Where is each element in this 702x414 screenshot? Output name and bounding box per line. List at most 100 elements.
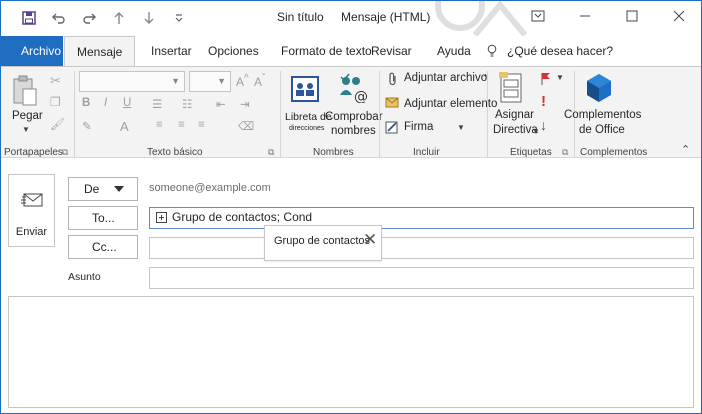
send-label: Enviar	[15, 226, 48, 238]
high-importance-icon[interactable]: !	[541, 93, 546, 110]
undo-icon[interactable]	[44, 6, 74, 30]
divider	[74, 71, 75, 157]
cut-icon[interactable]: ✂	[50, 73, 61, 89]
tell-me-input[interactable]: ¿Qué desea hacer?	[507, 36, 613, 66]
ribbon-display-icon[interactable]	[514, 0, 561, 32]
format-painter-icon[interactable]: 🖌	[50, 117, 65, 131]
expand-group-icon[interactable]	[156, 212, 167, 223]
decrease-indent-icon[interactable]: ⇤	[216, 97, 226, 111]
shrink-font-icon[interactable]: Aˇ	[254, 73, 265, 89]
send-icon	[21, 193, 43, 207]
align-left-icon[interactable]: ≡	[156, 119, 163, 131]
paste-label: Pegar	[12, 110, 43, 122]
attach-file-button[interactable]: Adjuntar archivo	[404, 72, 487, 84]
document-title: Sin título	[277, 10, 324, 24]
dialog-launcher-icon[interactable]: ⧉	[562, 147, 568, 158]
divider	[280, 71, 281, 157]
assign-policy-label[interactable]: Asignar	[495, 109, 534, 121]
document-subtitle: Mensaje (HTML)	[341, 10, 431, 24]
from-label: De	[84, 182, 100, 196]
to-label: To...	[92, 211, 115, 225]
address-book-icon[interactable]	[290, 75, 320, 106]
cc-button[interactable]: Cc...	[68, 235, 138, 259]
highlight-icon[interactable]: ✎	[82, 119, 92, 133]
message-body[interactable]	[8, 296, 694, 408]
group-label-addins: Complementos	[580, 147, 648, 158]
cc-field[interactable]	[149, 237, 694, 259]
increase-indent-icon[interactable]: ⇥	[240, 97, 250, 111]
arrow-down-icon[interactable]	[134, 6, 164, 30]
send-button[interactable]: Enviar	[8, 174, 55, 247]
close-icon[interactable]	[655, 0, 702, 32]
customize-qat-icon[interactable]	[164, 6, 194, 30]
from-button[interactable]: De	[68, 177, 138, 201]
compose-area: Enviar De someone@example.com To... Grup…	[0, 158, 702, 414]
window-controls	[514, 0, 702, 32]
close-icon[interactable]: ✕	[363, 230, 377, 250]
low-importance-icon[interactable]: ↓	[540, 117, 547, 133]
font-size-dropdown[interactable]: ▼	[189, 71, 231, 92]
tab-mensaje[interactable]: Mensaje	[64, 36, 135, 67]
bold-button[interactable]: B	[82, 97, 90, 109]
signature-button[interactable]: Firma	[404, 121, 433, 133]
font-color-button[interactable]: A	[120, 119, 129, 134]
divider	[379, 71, 380, 157]
dialog-launcher-icon[interactable]: ⧉	[62, 147, 68, 158]
address-book-label-2[interactable]: direcciones	[289, 125, 324, 132]
group-label-clipboard: Portapapeles	[4, 147, 63, 158]
arrow-up-icon[interactable]	[104, 6, 134, 30]
signature-icon	[385, 120, 399, 137]
paperclip-icon	[387, 72, 399, 89]
tab-ayuda[interactable]: Ayuda	[437, 36, 471, 66]
to-button[interactable]: To...	[68, 206, 138, 230]
divider	[487, 71, 488, 157]
chevron-down-icon[interactable]: ▼	[556, 73, 564, 82]
bullets-icon[interactable]: ☰	[152, 97, 162, 111]
align-right-icon[interactable]: ≡	[198, 119, 205, 131]
font-name-dropdown[interactable]: ▼	[79, 71, 185, 92]
office-addins-icon[interactable]	[585, 72, 613, 107]
tab-revisar[interactable]: Revisar	[371, 36, 412, 66]
redo-icon[interactable]	[74, 6, 104, 30]
chevron-down-icon[interactable]: ▼	[532, 127, 540, 136]
chevron-down-icon[interactable]: ▼	[457, 123, 465, 132]
restore-icon[interactable]	[608, 0, 655, 32]
chevron-down-icon[interactable]: ▼	[22, 125, 30, 134]
numbering-icon[interactable]: ☷	[182, 97, 192, 111]
cc-label: Cc...	[92, 240, 117, 254]
dialog-launcher-icon[interactable]: ⧉	[268, 147, 274, 158]
check-names-icon[interactable]: @	[336, 73, 368, 106]
clear-formatting-icon[interactable]: ⌫	[238, 119, 254, 133]
envelope-icon	[385, 96, 399, 111]
group-label-basic-text: Texto básico	[147, 147, 203, 158]
flag-icon[interactable]	[540, 72, 552, 89]
group-label-tags: Etiquetas	[510, 147, 552, 158]
tab-archivo[interactable]: Archivo	[0, 36, 63, 66]
office-addins-label-2[interactable]: de Office	[579, 124, 625, 136]
office-addins-label[interactable]: Complementos	[564, 109, 641, 121]
suggestion-label: Grupo de contactos	[274, 235, 371, 247]
attach-item-button[interactable]: Adjuntar elemento	[404, 98, 497, 110]
align-center-icon[interactable]: ≡	[178, 119, 185, 131]
italic-button[interactable]: I	[104, 97, 107, 109]
subject-label: Asunto	[68, 271, 101, 283]
grow-font-icon[interactable]: A^	[236, 73, 249, 89]
check-names-label[interactable]: Comprobar	[325, 111, 383, 123]
ribbon-tabs: Archivo Mensaje Insertar Opciones Format…	[0, 36, 702, 67]
save-icon[interactable]	[14, 6, 44, 30]
underline-button[interactable]: U	[123, 97, 131, 109]
copy-icon[interactable]: ❐	[50, 95, 61, 109]
assign-policy-icon[interactable]	[499, 72, 523, 107]
to-field[interactable]: Grupo de contactos; Cond	[149, 207, 694, 229]
check-names-label-2[interactable]: nombres	[331, 125, 376, 137]
paste-button[interactable]	[10, 75, 38, 110]
collapse-ribbon-icon[interactable]: ⌃	[681, 143, 690, 156]
tab-formato-de-texto[interactable]: Formato de texto	[281, 36, 372, 66]
autocomplete-suggestion[interactable]: Grupo de contactos ✕	[264, 225, 382, 261]
minimize-icon[interactable]	[561, 0, 608, 32]
subject-field[interactable]	[149, 267, 694, 289]
title-bar: Sin título Mensaje (HTML)	[0, 0, 702, 36]
tab-insertar[interactable]: Insertar	[151, 36, 192, 66]
tab-opciones[interactable]: Opciones	[208, 36, 259, 66]
group-label-names: Nombres	[313, 147, 354, 158]
